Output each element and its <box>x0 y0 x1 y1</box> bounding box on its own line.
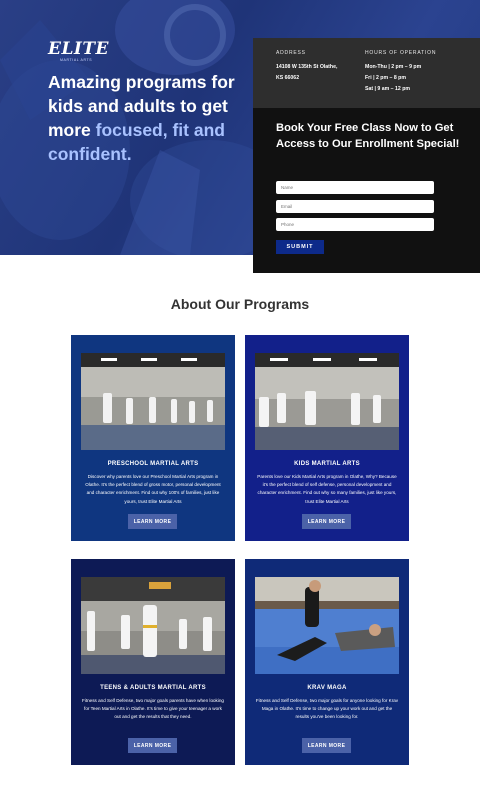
hours-line: Sat | 9 am – 12 pm <box>365 86 410 92</box>
info-bar: Address 14108 W 135th St Olathe, KS 6606… <box>253 38 480 108</box>
card-title: Kids Martial Arts <box>294 461 360 467</box>
program-photo <box>255 353 399 450</box>
program-photo <box>81 353 225 450</box>
program-card-krav-maga: Krav Maga Fitness and Self Defense, two … <box>245 559 409 765</box>
program-card-preschool: Preschool Martial Arts Discover why pare… <box>71 335 235 541</box>
signup-panel: Address 14108 W 135th St Olathe, KS 6606… <box>253 38 480 273</box>
address-line: 14108 W 135th St Olathe, <box>276 64 338 70</box>
program-photo <box>81 577 225 674</box>
learn-more-button[interactable]: LEARN MORE <box>302 738 351 753</box>
submit-button[interactable]: SUBMIT <box>276 240 324 254</box>
hours-heading: Hours of Operation <box>365 50 437 56</box>
program-photo <box>255 577 399 674</box>
section-title: About Our Programs <box>170 296 310 312</box>
hero-headline: Amazing programs for kids and adults to … <box>48 70 248 166</box>
email-field[interactable] <box>276 200 434 213</box>
learn-more-button[interactable]: LEARN MORE <box>128 514 177 529</box>
form-title: Book Your Free Class Now to Get Access t… <box>276 122 460 150</box>
program-card-teens-adults: Teens & Adults Martial Arts Fitness and … <box>71 559 235 765</box>
card-title: Teens & Adults Martial Arts <box>100 685 206 691</box>
address-block: Address 14108 W 135th St Olathe, KS 6606… <box>276 50 356 84</box>
program-card-kids: Kids Martial Arts Parents love our Kids … <box>245 335 409 541</box>
address-line: KS 66062 <box>276 75 300 81</box>
hours-block: Hours of Operation Mon-Thu | 2 pm – 9 pm… <box>365 50 475 95</box>
hours-line: Fri | 2 pm – 8 pm <box>365 75 406 81</box>
learn-more-button[interactable]: LEARN MORE <box>128 738 177 753</box>
logo[interactable]: ELITE Martial Arts <box>48 39 109 62</box>
logo-text: ELITE <box>48 39 109 59</box>
card-title: Krav Maga <box>307 685 347 691</box>
card-description: Fitness and Self Defense, two major goal… <box>255 698 399 720</box>
learn-more-button[interactable]: LEARN MORE <box>302 514 351 529</box>
card-description: Fitness and Self Defense, two major goal… <box>82 698 224 720</box>
card-description: Discover why parents love our Preschool … <box>85 474 221 504</box>
address-heading: Address <box>276 50 306 56</box>
name-field[interactable] <box>276 181 434 194</box>
card-title: Preschool Martial Arts <box>107 461 199 467</box>
card-description: Parents love our Kids Martial Arts progr… <box>257 474 397 504</box>
phone-field[interactable] <box>276 218 434 231</box>
hours-line: Mon-Thu | 2 pm – 9 pm <box>365 64 422 70</box>
